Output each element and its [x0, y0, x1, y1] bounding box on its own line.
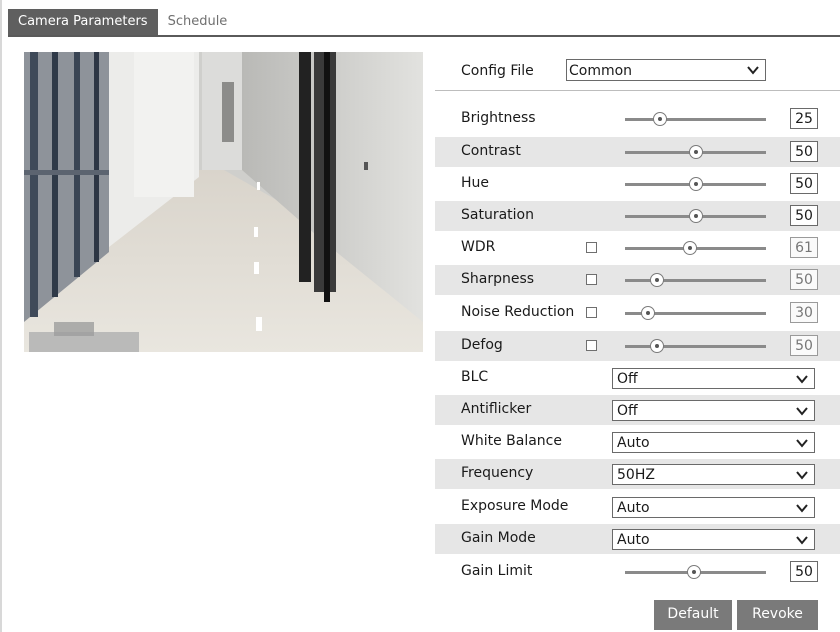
noise-reduction-label: Noise Reduction [461, 304, 575, 320]
hue-label: Hue [461, 175, 490, 191]
contrast-slider-thumb[interactable] [688, 145, 703, 159]
window-edge [0, 0, 2, 632]
chevron-down-icon [796, 504, 808, 513]
saturation-slider-thumb[interactable] [688, 209, 703, 223]
config-file-label: Config File [461, 63, 534, 79]
gain-limit-value[interactable]: 50 [790, 561, 818, 582]
brightness-slider-thumb[interactable] [653, 112, 668, 126]
frequency-value: 50HZ [617, 467, 655, 483]
noise-reduction-checkbox[interactable] [586, 307, 597, 318]
sharpness-checkbox[interactable] [586, 274, 597, 285]
contrast-label: Contrast [461, 143, 521, 159]
config-file-row: Config File Common [435, 52, 840, 91]
antiflicker-select[interactable]: Off [612, 400, 815, 421]
noise-reduction-row: Noise Reduction 30 [435, 298, 840, 328]
sharpness-slider[interactable] [625, 273, 766, 287]
gain-limit-slider-thumb[interactable] [687, 565, 702, 579]
brightness-value[interactable]: 25 [790, 108, 818, 129]
contrast-value[interactable]: 50 [790, 141, 818, 162]
frequency-select[interactable]: 50HZ [612, 464, 815, 485]
config-file-value: Common [569, 63, 633, 79]
exposure-mode-row: Exposure Mode Auto [435, 492, 840, 522]
defog-label: Defog [461, 337, 503, 353]
wdr-row: WDR 61 [435, 233, 840, 263]
saturation-slider[interactable] [625, 209, 766, 223]
saturation-value[interactable]: 50 [790, 205, 818, 226]
tab-camera-parameters[interactable]: Camera Parameters [8, 9, 158, 35]
contrast-row: Contrast 50 [435, 137, 840, 167]
wdr-checkbox[interactable] [586, 242, 597, 253]
brightness-row: Brightness 25 [435, 104, 840, 134]
defog-slider[interactable] [625, 339, 766, 353]
exposure-mode-select[interactable]: Auto [612, 497, 815, 518]
sharpness-row: Sharpness 50 [435, 265, 840, 295]
noise-reduction-slider[interactable] [625, 306, 766, 320]
default-button[interactable]: Default [654, 600, 732, 630]
gain-mode-select[interactable]: Auto [612, 529, 815, 550]
tab-bar: Camera Parameters Schedule [8, 9, 840, 37]
revoke-button[interactable]: Revoke [737, 600, 818, 630]
chevron-down-icon [796, 375, 808, 384]
antiflicker-row: Antiflicker Off [435, 395, 840, 425]
wdr-label: WDR [461, 239, 496, 255]
exposure-mode-value: Auto [617, 500, 650, 516]
preview-image [24, 52, 423, 352]
antiflicker-value: Off [617, 403, 638, 419]
gain-mode-label: Gain Mode [461, 530, 536, 546]
tab-schedule[interactable]: Schedule [158, 9, 238, 35]
frequency-label: Frequency [461, 465, 534, 481]
white-balance-select[interactable]: Auto [612, 432, 815, 453]
config-file-select[interactable]: Common [566, 59, 766, 81]
gain-mode-value: Auto [617, 532, 650, 548]
wdr-slider-thumb[interactable] [682, 241, 697, 255]
gain-limit-slider[interactable] [625, 565, 766, 579]
white-balance-label: White Balance [461, 433, 562, 449]
defog-checkbox[interactable] [586, 340, 597, 351]
exposure-mode-label: Exposure Mode [461, 498, 569, 514]
frequency-row: Frequency 50HZ [435, 459, 840, 489]
defog-slider-thumb[interactable] [650, 339, 665, 353]
camera-preview[interactable] [24, 52, 423, 352]
gain-limit-label: Gain Limit [461, 563, 533, 579]
hue-slider[interactable] [625, 177, 766, 191]
chevron-down-icon [796, 471, 808, 480]
blc-label: BLC [461, 369, 489, 385]
sharpness-slider-thumb[interactable] [650, 273, 665, 287]
chevron-down-icon [796, 536, 808, 545]
blc-select[interactable]: Off [612, 368, 815, 389]
noise-reduction-slider-thumb[interactable] [640, 306, 655, 320]
chevron-down-icon [747, 66, 759, 75]
white-balance-value: Auto [617, 435, 650, 451]
defog-value[interactable]: 50 [790, 335, 818, 356]
chevron-down-icon [796, 439, 808, 448]
wdr-slider[interactable] [625, 241, 766, 255]
sharpness-value[interactable]: 50 [790, 269, 818, 290]
brightness-slider[interactable] [625, 112, 766, 126]
hue-value[interactable]: 50 [790, 173, 818, 194]
chevron-down-icon [796, 407, 808, 416]
white-balance-row: White Balance Auto [435, 427, 840, 457]
blc-value: Off [617, 371, 638, 387]
hue-slider-thumb[interactable] [688, 177, 703, 191]
wdr-value[interactable]: 61 [790, 237, 818, 258]
antiflicker-label: Antiflicker [461, 401, 532, 417]
brightness-label: Brightness [461, 110, 536, 126]
saturation-label: Saturation [461, 207, 534, 223]
blc-row: BLC Off [435, 363, 840, 393]
gain-mode-row: Gain Mode Auto [435, 524, 840, 554]
contrast-slider[interactable] [625, 145, 766, 159]
noise-reduction-value[interactable]: 30 [790, 302, 818, 323]
hue-row: Hue 50 [435, 169, 840, 199]
defog-row: Defog 50 [435, 331, 840, 361]
sharpness-label: Sharpness [461, 271, 535, 287]
parameter-panel: Config File Common [435, 52, 840, 91]
saturation-row: Saturation 50 [435, 201, 840, 231]
gain-limit-row: Gain Limit 50 [435, 557, 840, 587]
